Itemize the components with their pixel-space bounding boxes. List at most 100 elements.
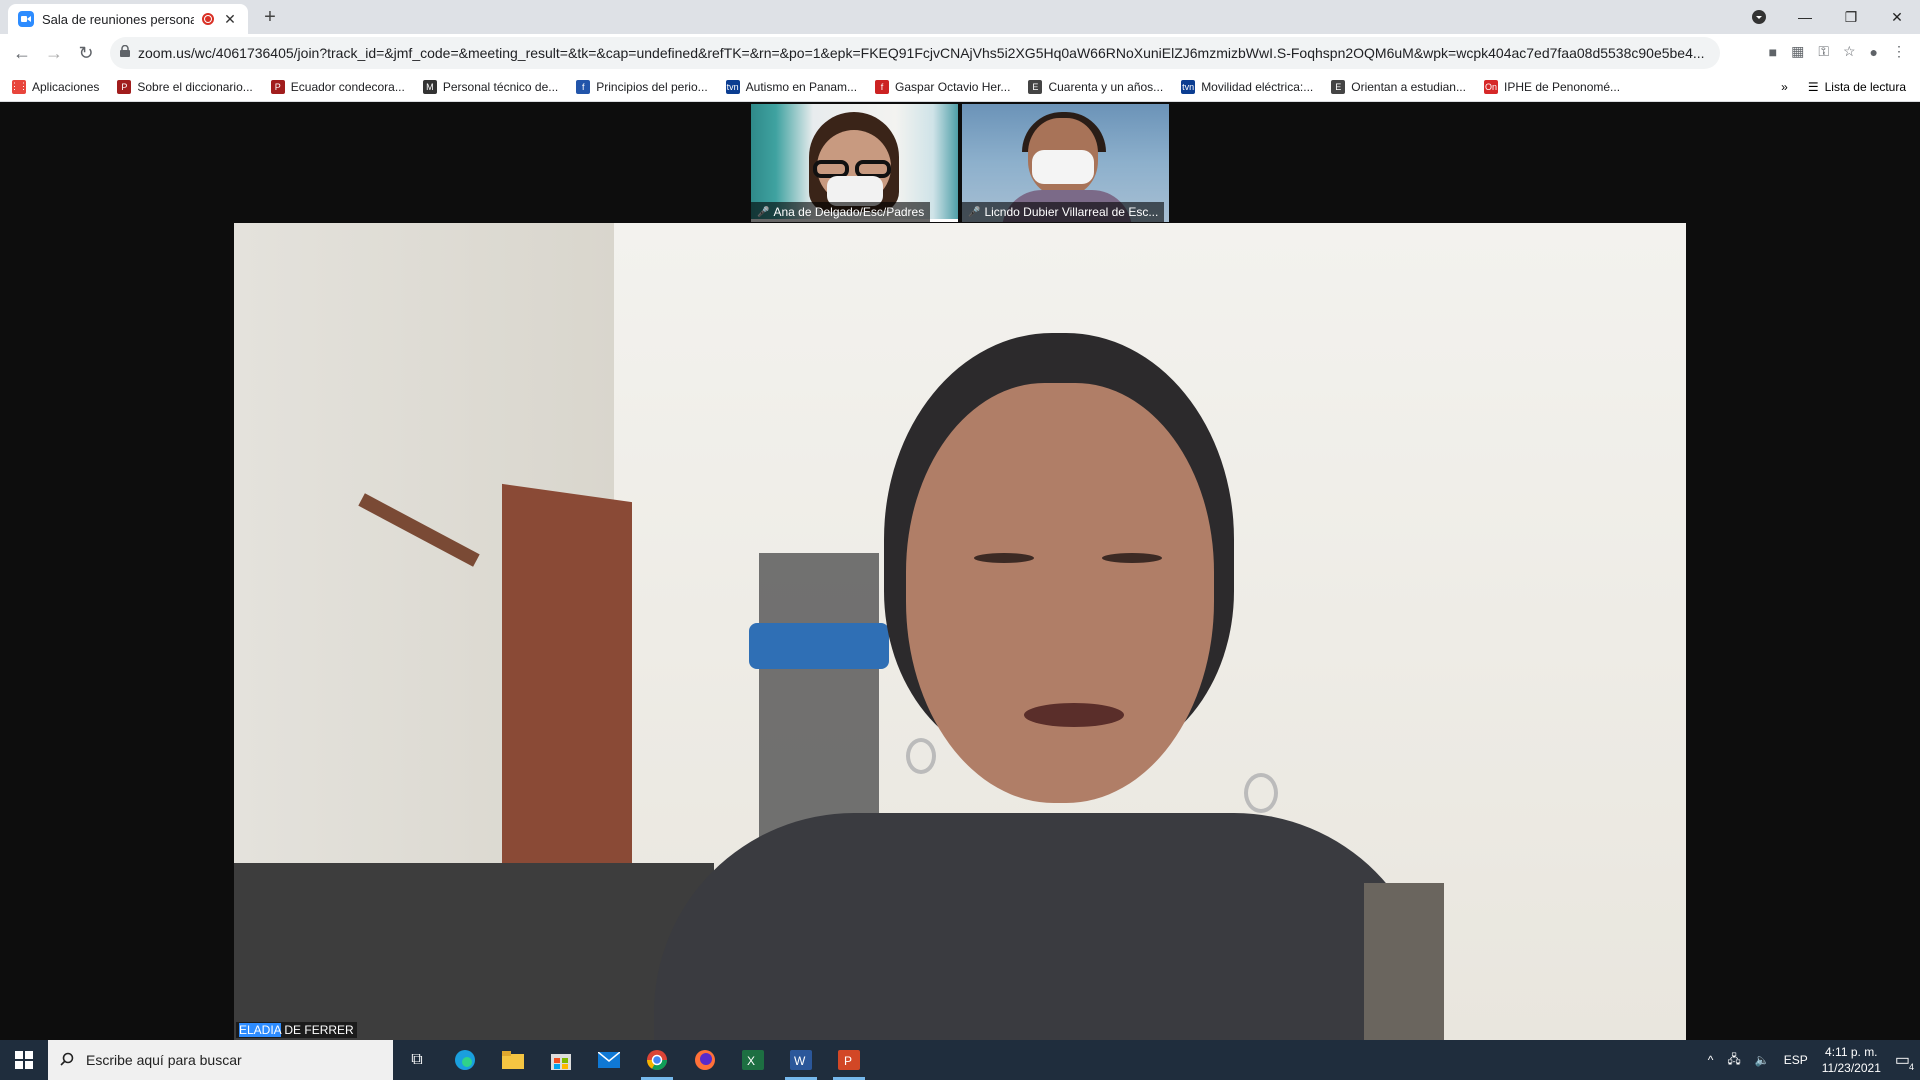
notifications-icon[interactable]: ▭ 4 [1895,1050,1914,1072]
network-icon[interactable]: 🖧 [1727,1050,1740,1071]
bookmark-label: Ecuador condecora... [290,79,405,94]
participant-name: Licndo Dubier Villarreal de Esc... [984,205,1159,219]
task-view-icon[interactable]: ⧉ [393,1040,441,1080]
bookmark-item[interactable]: On IPHE de Penonomé... [1483,79,1621,94]
reading-list-button[interactable]: ☰ Lista de lectura [1808,80,1906,94]
bookmark-label: Gaspar Octavio Her... [895,79,1011,94]
system-tray: ^ 🖧 🔈 ESP 4:11 p. m. 11/23/2021 ▭ 4 [1708,1040,1920,1080]
bookmark-label: IPHE de Penonomé... [1503,79,1621,94]
taskbar-search-input[interactable]: Escribe aquí para buscar [48,1040,393,1080]
zoom-icon [18,11,34,27]
participant-name-bar: 🎤 Licndo Dubier Villarreal de Esc... [962,202,1165,222]
mic-muted-icon: 🎤 [757,206,770,218]
bookmark-item[interactable]: f Principios del perio... [576,79,708,94]
clock-date: 11/23/2021 [1821,1061,1881,1075]
main-speaker-video[interactable]: ELADIA DE FERRER [234,223,1686,1040]
notification-count: 4 [1908,1062,1914,1072]
participant-thumbnail[interactable]: 🎤 Licndo Dubier Villarreal de Esc... [962,104,1169,222]
menu-dots-icon[interactable]: ⋮ [1892,43,1906,60]
bookmark-item[interactable]: P Sobre el diccionario... [117,79,253,94]
chrome-icon[interactable] [633,1040,681,1080]
bookmark-favicon-icon: E [1331,79,1346,94]
meeting-area: 🎤 Ana de Delgado/Esc/Padres 🎤 Licndo Dub… [0,102,1920,1040]
speaker-name-highlight: ELADIA [239,1023,282,1037]
tab-title: Sala de reuniones personales [42,11,194,27]
tray-chevron-icon[interactable]: ^ [1708,1053,1714,1067]
bookmark-item[interactable]: f Gaspar Octavio Her... [875,79,1011,94]
close-tab-icon[interactable]: ✕ [222,11,238,28]
bookmark-favicon-icon: tvn [725,79,740,94]
key-icon[interactable]: ⚿ [1818,43,1829,60]
volume-icon[interactable]: 🔈 [1755,1053,1770,1067]
browser-toolbar: ← → ↻ zoom.us/wc/4061736405/join?track_i… [0,34,1920,72]
search-icon [60,1052,74,1069]
tab-strip: Sala de reuniones personales ✕ + — ❐ ✕ [0,0,1920,34]
store-icon[interactable] [537,1040,585,1080]
bookmark-favicon-icon: f [576,79,591,94]
browser-tab[interactable]: Sala de reuniones personales ✕ [8,4,248,34]
bookmark-label: Personal técnico de... [442,79,559,94]
address-bar[interactable]: zoom.us/wc/4061736405/join?track_id=&jmf… [110,37,1720,69]
bookmark-favicon-icon: P [270,79,285,94]
bookmark-favicon-icon: f [875,79,890,94]
mail-icon[interactable] [585,1040,633,1080]
file-explorer-icon[interactable] [489,1040,537,1080]
windows-start-icon[interactable] [0,1040,48,1080]
bookmark-item[interactable]: E Orientan a estudian... [1331,79,1466,94]
bookmark-label: Aplicaciones [32,79,100,94]
url-text: zoom.us/wc/4061736405/join?track_id=&jmf… [138,45,1705,61]
participant-name-bar: 🎤 Ana de Delgado/Esc/Padres [751,202,931,222]
participant-name: Ana de Delgado/Esc/Padres [773,205,925,219]
main-speaker-name: ELADIA DE FERRER [236,1022,357,1038]
bookmark-label: Orientan a estudian... [1351,79,1466,94]
search-placeholder: Escribe aquí para buscar [86,1052,242,1068]
bookmark-item[interactable]: tvn Autismo en Panam... [725,79,858,94]
clock[interactable]: 4:11 p. m. 11/23/2021 [1822,1044,1881,1076]
speaker-name-rest: DE FERRER [281,1023,354,1037]
bookmark-label: Sobre el diccionario... [137,79,253,94]
new-tab-button[interactable]: + [258,6,282,29]
bookmark-label: Movilidad eléctrica:... [1201,79,1314,94]
camera-icon[interactable]: ■ [1769,44,1777,60]
bookmark-item[interactable]: E Cuarenta y un años... [1028,79,1164,94]
more-bookmarks-icon[interactable]: » [1781,80,1788,94]
recording-icon [202,13,214,25]
svg-text:X: X [747,1054,755,1068]
back-arrow-icon[interactable]: ← [6,37,38,69]
profile-avatar-icon[interactable]: ● [1870,44,1878,60]
bookmark-favicon-icon: P [117,79,132,94]
reload-icon[interactable]: ↻ [70,37,102,69]
qr-icon[interactable]: ▦ [1791,43,1804,60]
bookmarks-bar: ⋮⋮ Aplicaciones P Sobre el diccionario... P E… [0,72,1920,102]
participant-thumbnail[interactable]: 🎤 Ana de Delgado/Esc/Padres [751,104,958,222]
edge-icon[interactable] [441,1040,489,1080]
bookmark-item[interactable]: M Personal técnico de... [422,79,559,94]
svg-text:W: W [794,1054,806,1068]
bookmark-favicon-icon: E [1028,79,1043,94]
bookmark-label: Autismo en Panam... [745,79,858,94]
powerpoint-icon[interactable]: P [825,1040,873,1080]
reading-list-icon: ☰ [1807,80,1819,94]
language-indicator[interactable]: ESP [1784,1053,1808,1067]
close-window-button[interactable]: ✕ [1874,0,1920,34]
forward-arrow-icon[interactable]: → [38,37,70,69]
star-icon[interactable]: ☆ [1843,43,1856,60]
apps-grid-icon: ⋮⋮ [10,79,28,94]
bookmark-favicon-icon: M [422,79,437,94]
bookmark-item[interactable]: ⋮⋮ Aplicaciones [10,79,100,94]
excel-icon[interactable]: X [729,1040,777,1080]
mic-muted-icon: 🎤 [968,206,981,218]
word-icon[interactable]: W [777,1040,825,1080]
windows-taskbar: Escribe aquí para buscar ⧉ X W P ^ 🖧 🔈 E… [0,1040,1920,1080]
lock-icon [120,44,130,62]
firefox-icon[interactable] [681,1040,729,1080]
bookmark-item[interactable]: P Ecuador condecora... [270,79,405,94]
bookmark-label: Cuarenta y un años... [1048,79,1164,94]
bookmark-item[interactable]: tvn Movilidad eléctrica:... [1181,79,1314,94]
reading-list-label: Lista de lectura [1824,80,1906,94]
profile-dropdown-icon[interactable] [1736,0,1782,34]
minimize-button[interactable]: — [1782,0,1828,34]
svg-text:P: P [844,1054,852,1068]
restore-button[interactable]: ❐ [1828,0,1874,34]
bookmark-label: Principios del perio... [596,79,708,94]
